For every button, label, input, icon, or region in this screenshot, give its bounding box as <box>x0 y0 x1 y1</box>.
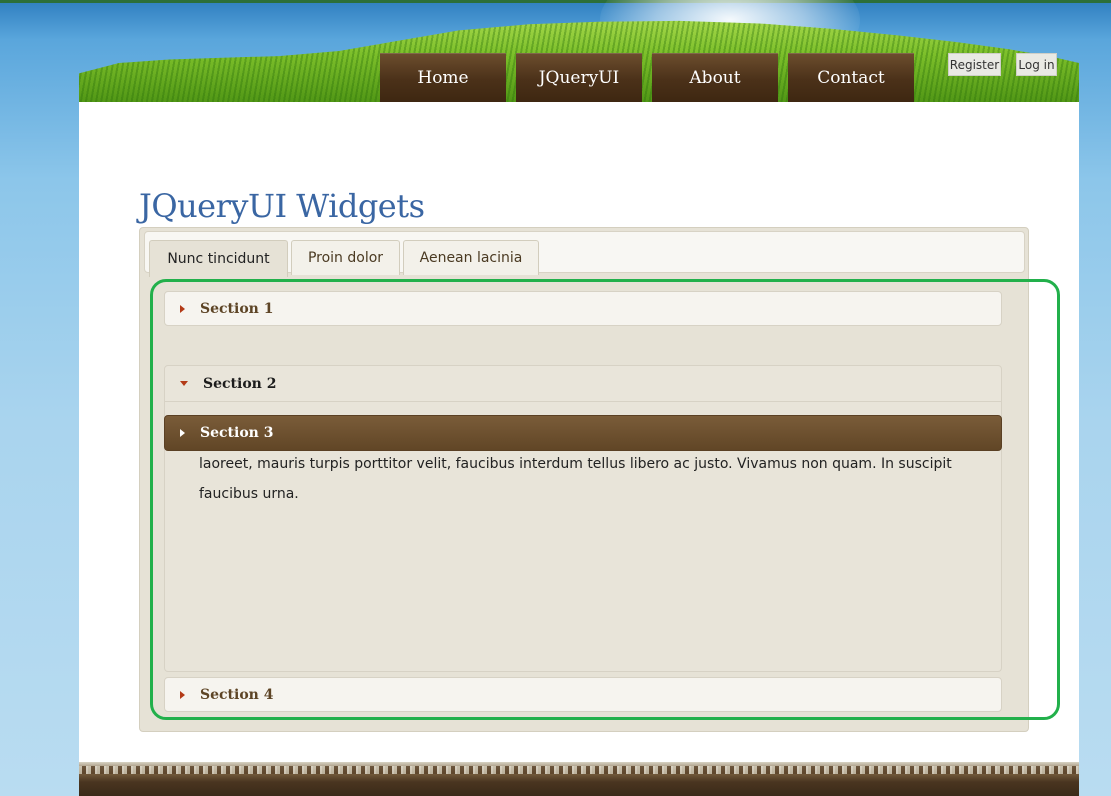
accordion-section-label: Section 1 <box>200 300 274 317</box>
accordion-section-2[interactable]: Section 2 <box>164 365 1002 402</box>
register-link[interactable]: Register <box>948 53 1001 76</box>
triangle-down-icon <box>180 381 188 386</box>
nav-contact[interactable]: Contact <box>788 53 914 102</box>
accordion-section-4[interactable]: Section 4 <box>164 677 1002 712</box>
top-border <box>0 0 1111 3</box>
triangle-right-icon <box>180 690 185 699</box>
triangle-right-icon <box>180 429 185 437</box>
footer-soil <box>79 762 1079 796</box>
accordion-section-3[interactable]: Section 3 <box>164 415 1002 451</box>
accordion-section-label: Section 3 <box>200 425 274 441</box>
tab-proin-dolor[interactable]: Proin dolor <box>291 240 400 275</box>
accordion-section-1[interactable]: Section 1 <box>164 291 1002 326</box>
tab-bar: Nunc tincidunt Proin dolor Aenean lacini… <box>144 231 1025 277</box>
nav-jqueryui[interactable]: JQueryUI <box>516 53 642 102</box>
tab-nunc-tincidunt[interactable]: Nunc tincidunt <box>149 240 288 277</box>
tab-aenean-lacinia[interactable]: Aenean lacinia <box>403 240 539 275</box>
accordion-section-label: Section 2 <box>203 375 277 392</box>
nav-about[interactable]: About <box>652 53 778 102</box>
login-link[interactable]: Log in <box>1016 53 1057 76</box>
section-panel-text: laoreet, mauris turpis porttitor velit, … <box>199 456 952 502</box>
accordion-section-label: Section 4 <box>200 686 274 703</box>
page-title: JQueryUI Widgets <box>139 187 425 225</box>
nav-home[interactable]: Home <box>380 53 506 102</box>
triangle-right-icon <box>180 304 185 313</box>
